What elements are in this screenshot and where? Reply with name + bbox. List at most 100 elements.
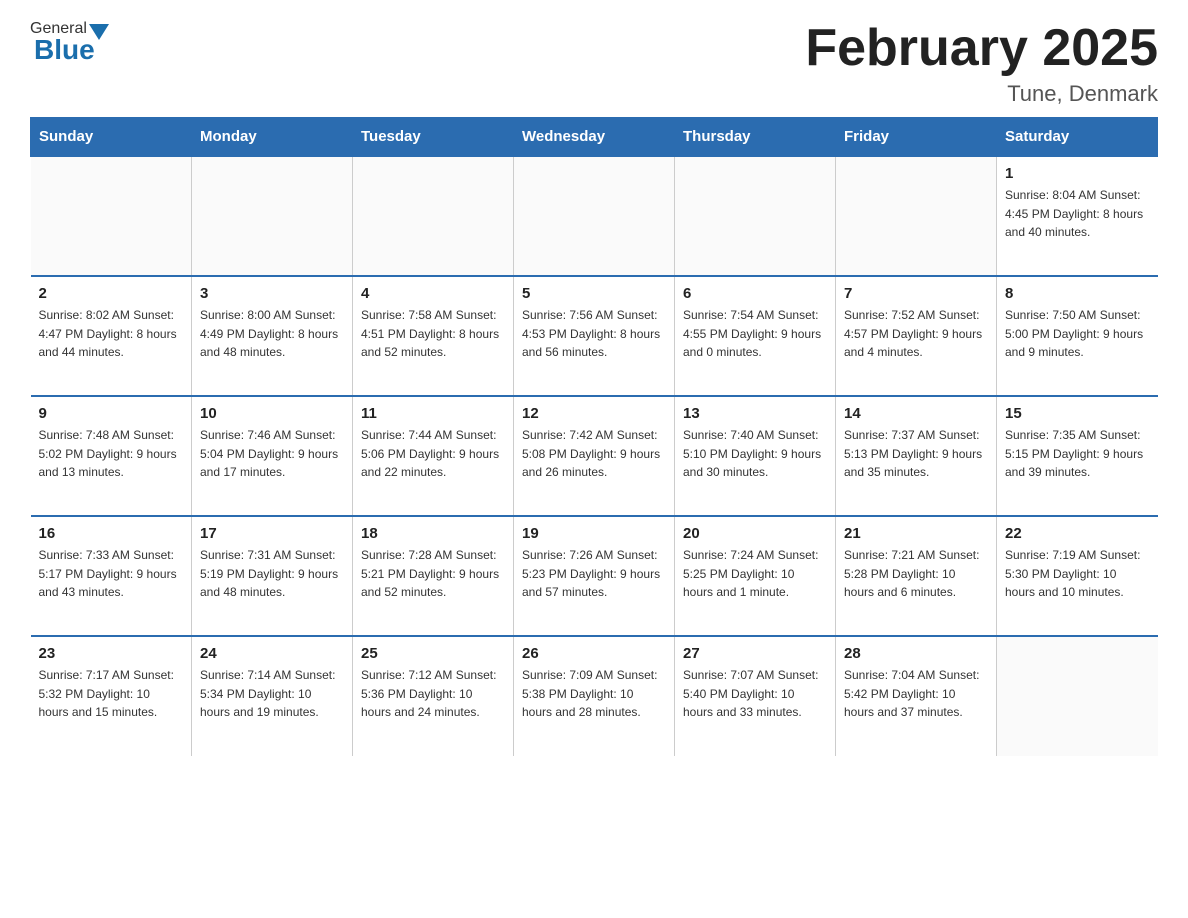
day-cell: 27 Sunrise: 7:07 AM Sunset: 5:40 PM Dayli… bbox=[675, 636, 836, 756]
week-row-2: 2 Sunrise: 8:02 AM Sunset: 4:47 PM Daylig… bbox=[31, 276, 1158, 396]
day-info: Sunrise: 8:00 AM Sunset: 4:49 PM Dayligh… bbox=[200, 306, 344, 362]
week-row-4: 16Sunrise: 7:33 AM Sunset: 5:17 PM Dayli… bbox=[31, 516, 1158, 636]
day-number: 2 bbox=[39, 285, 184, 302]
day-number: 8 bbox=[1005, 285, 1150, 302]
day-cell: 8 Sunrise: 7:50 AM Sunset: 5:00 PM Daylig… bbox=[997, 276, 1158, 396]
day-number: 11 bbox=[361, 405, 505, 422]
day-info: Sunrise: 7:04 AM Sunset: 5:42 PM Dayligh… bbox=[844, 666, 988, 722]
weekday-header-tuesday: Tuesday bbox=[353, 118, 514, 157]
day-cell: 21 Sunrise: 7:21 AM Sunset: 5:28 PM Dayli… bbox=[836, 516, 997, 636]
day-info: Sunrise: 7:35 AM Sunset: 5:15 PM Dayligh… bbox=[1005, 426, 1150, 482]
day-number: 10 bbox=[200, 405, 344, 422]
week-row-1: 1 Sunrise: 8:04 AM Sunset: 4:45 PM Daylig… bbox=[31, 156, 1158, 276]
day-cell: 24 Sunrise: 7:14 AM Sunset: 5:34 PM Dayli… bbox=[192, 636, 353, 756]
day-info: Sunrise: 7:54 AM Sunset: 4:55 PM Dayligh… bbox=[683, 306, 827, 362]
logo-blue-text: Blue bbox=[34, 34, 95, 66]
day-info: Sunrise: 7:52 AM Sunset: 4:57 PM Dayligh… bbox=[844, 306, 988, 362]
day-cell: 16Sunrise: 7:33 AM Sunset: 5:17 PM Dayli… bbox=[31, 516, 192, 636]
day-number: 27 bbox=[683, 645, 827, 662]
day-info: Sunrise: 7:40 AM Sunset: 5:10 PM Dayligh… bbox=[683, 426, 827, 482]
day-number: 25 bbox=[361, 645, 505, 662]
day-cell: 14 Sunrise: 7:37 AM Sunset: 5:13 PM Dayli… bbox=[836, 396, 997, 516]
day-cell: 20Sunrise: 7:24 AM Sunset: 5:25 PM Dayli… bbox=[675, 516, 836, 636]
day-number: 18 bbox=[361, 525, 505, 542]
day-number: 12 bbox=[522, 405, 666, 422]
location: Tune, Denmark bbox=[805, 81, 1158, 107]
day-number: 17 bbox=[200, 525, 344, 542]
day-number: 20 bbox=[683, 525, 827, 542]
day-number: 6 bbox=[683, 285, 827, 302]
day-number: 9 bbox=[39, 405, 184, 422]
day-cell: 11 Sunrise: 7:44 AM Sunset: 5:06 PM Dayli… bbox=[353, 396, 514, 516]
calendar-table: SundayMondayTuesdayWednesdayThursdayFrid… bbox=[30, 117, 1158, 756]
day-info: Sunrise: 7:31 AM Sunset: 5:19 PM Dayligh… bbox=[200, 546, 344, 602]
day-info: Sunrise: 7:48 AM Sunset: 5:02 PM Dayligh… bbox=[39, 426, 184, 482]
weekday-header-thursday: Thursday bbox=[675, 118, 836, 157]
day-info: Sunrise: 7:44 AM Sunset: 5:06 PM Dayligh… bbox=[361, 426, 505, 482]
day-info: Sunrise: 7:37 AM Sunset: 5:13 PM Dayligh… bbox=[844, 426, 988, 482]
day-info: Sunrise: 7:07 AM Sunset: 5:40 PM Dayligh… bbox=[683, 666, 827, 722]
day-cell bbox=[31, 156, 192, 276]
day-info: Sunrise: 7:09 AM Sunset: 5:38 PM Dayligh… bbox=[522, 666, 666, 722]
day-number: 7 bbox=[844, 285, 988, 302]
day-info: Sunrise: 7:12 AM Sunset: 5:36 PM Dayligh… bbox=[361, 666, 505, 722]
day-cell bbox=[836, 156, 997, 276]
day-info: Sunrise: 7:17 AM Sunset: 5:32 PM Dayligh… bbox=[39, 666, 184, 722]
weekday-header-sunday: Sunday bbox=[31, 118, 192, 157]
day-number: 22 bbox=[1005, 525, 1150, 542]
day-cell bbox=[192, 156, 353, 276]
weekday-header-wednesday: Wednesday bbox=[514, 118, 675, 157]
day-info: Sunrise: 7:26 AM Sunset: 5:23 PM Dayligh… bbox=[522, 546, 666, 602]
day-cell: 28 Sunrise: 7:04 AM Sunset: 5:42 PM Dayli… bbox=[836, 636, 997, 756]
day-info: Sunrise: 7:28 AM Sunset: 5:21 PM Dayligh… bbox=[361, 546, 505, 602]
day-number: 3 bbox=[200, 285, 344, 302]
day-info: Sunrise: 7:19 AM Sunset: 5:30 PM Dayligh… bbox=[1005, 546, 1150, 602]
day-cell: 23 Sunrise: 7:17 AM Sunset: 5:32 PM Dayli… bbox=[31, 636, 192, 756]
day-cell bbox=[675, 156, 836, 276]
weekday-header-friday: Friday bbox=[836, 118, 997, 157]
day-info: Sunrise: 7:58 AM Sunset: 4:51 PM Dayligh… bbox=[361, 306, 505, 362]
day-cell: 26Sunrise: 7:09 AM Sunset: 5:38 PM Dayli… bbox=[514, 636, 675, 756]
day-cell: 5 Sunrise: 7:56 AM Sunset: 4:53 PM Daylig… bbox=[514, 276, 675, 396]
day-number: 14 bbox=[844, 405, 988, 422]
weekday-header-monday: Monday bbox=[192, 118, 353, 157]
day-cell: 2 Sunrise: 8:02 AM Sunset: 4:47 PM Daylig… bbox=[31, 276, 192, 396]
day-number: 4 bbox=[361, 285, 505, 302]
day-info: Sunrise: 7:50 AM Sunset: 5:00 PM Dayligh… bbox=[1005, 306, 1150, 362]
day-info: Sunrise: 7:14 AM Sunset: 5:34 PM Dayligh… bbox=[200, 666, 344, 722]
day-info: Sunrise: 7:42 AM Sunset: 5:08 PM Dayligh… bbox=[522, 426, 666, 482]
day-cell: 17 Sunrise: 7:31 AM Sunset: 5:19 PM Dayli… bbox=[192, 516, 353, 636]
day-info: Sunrise: 7:21 AM Sunset: 5:28 PM Dayligh… bbox=[844, 546, 988, 602]
day-cell: 9 Sunrise: 7:48 AM Sunset: 5:02 PM Daylig… bbox=[31, 396, 192, 516]
day-number: 24 bbox=[200, 645, 344, 662]
day-cell: 10Sunrise: 7:46 AM Sunset: 5:04 PM Dayli… bbox=[192, 396, 353, 516]
day-cell: 18 Sunrise: 7:28 AM Sunset: 5:21 PM Dayli… bbox=[353, 516, 514, 636]
day-number: 15 bbox=[1005, 405, 1150, 422]
day-cell: 15 Sunrise: 7:35 AM Sunset: 5:15 PM Dayli… bbox=[997, 396, 1158, 516]
day-info: Sunrise: 8:02 AM Sunset: 4:47 PM Dayligh… bbox=[39, 306, 184, 362]
day-number: 5 bbox=[522, 285, 666, 302]
day-cell bbox=[997, 636, 1158, 756]
title-block: February 2025 Tune, Denmark bbox=[805, 20, 1158, 107]
day-cell: 25 Sunrise: 7:12 AM Sunset: 5:36 PM Dayli… bbox=[353, 636, 514, 756]
day-cell: 1 Sunrise: 8:04 AM Sunset: 4:45 PM Daylig… bbox=[997, 156, 1158, 276]
day-cell: 6 Sunrise: 7:54 AM Sunset: 4:55 PM Daylig… bbox=[675, 276, 836, 396]
day-number: 1 bbox=[1005, 165, 1150, 182]
week-row-5: 23 Sunrise: 7:17 AM Sunset: 5:32 PM Dayli… bbox=[31, 636, 1158, 756]
day-number: 13 bbox=[683, 405, 827, 422]
day-number: 21 bbox=[844, 525, 988, 542]
day-info: Sunrise: 8:04 AM Sunset: 4:45 PM Dayligh… bbox=[1005, 186, 1150, 242]
day-number: 28 bbox=[844, 645, 988, 662]
logo: General Blue bbox=[30, 20, 109, 66]
day-cell: 19 Sunrise: 7:26 AM Sunset: 5:23 PM Dayli… bbox=[514, 516, 675, 636]
day-cell: 3 Sunrise: 8:00 AM Sunset: 4:49 PM Daylig… bbox=[192, 276, 353, 396]
day-info: Sunrise: 7:56 AM Sunset: 4:53 PM Dayligh… bbox=[522, 306, 666, 362]
day-cell: 4 Sunrise: 7:58 AM Sunset: 4:51 PM Daylig… bbox=[353, 276, 514, 396]
day-number: 23 bbox=[39, 645, 184, 662]
page-header: General Blue February 2025 Tune, Denmark bbox=[30, 20, 1158, 107]
day-cell: 7 Sunrise: 7:52 AM Sunset: 4:57 PM Daylig… bbox=[836, 276, 997, 396]
day-number: 19 bbox=[522, 525, 666, 542]
day-cell: 12 Sunrise: 7:42 AM Sunset: 5:08 PM Dayli… bbox=[514, 396, 675, 516]
day-cell: 13 Sunrise: 7:40 AM Sunset: 5:10 PM Dayli… bbox=[675, 396, 836, 516]
weekday-header-row: SundayMondayTuesdayWednesdayThursdayFrid… bbox=[31, 118, 1158, 157]
